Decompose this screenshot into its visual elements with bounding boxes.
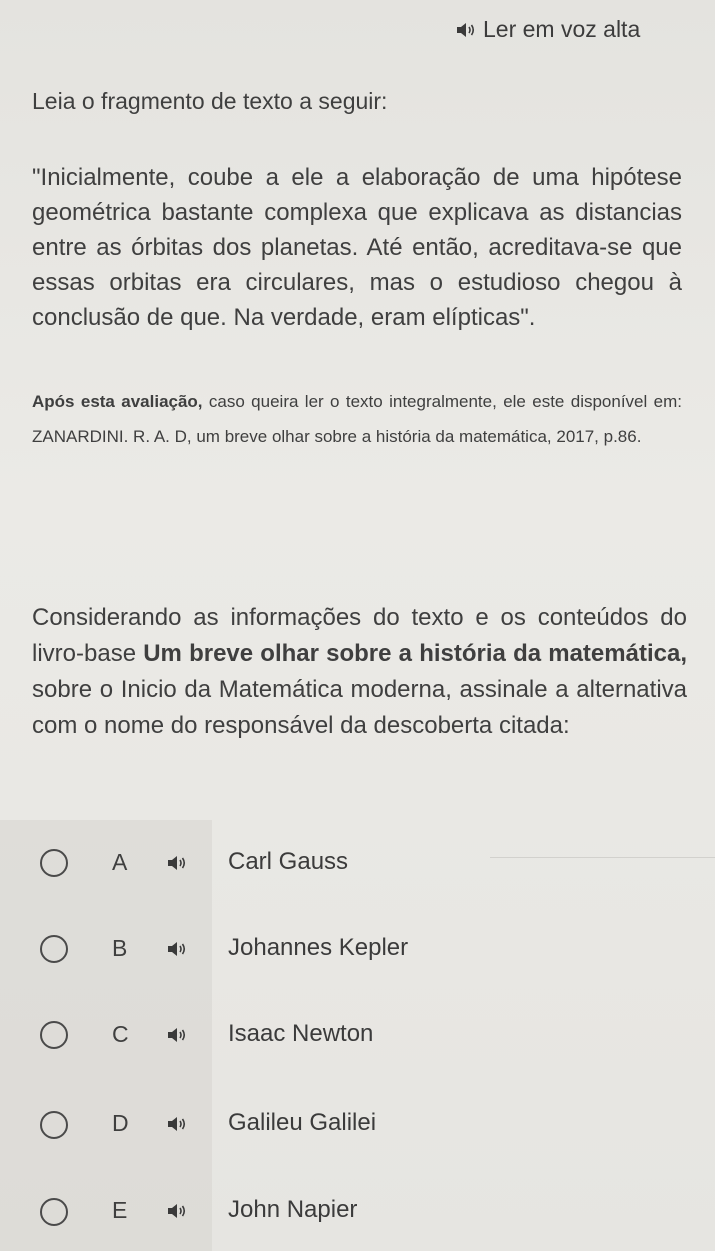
option-d[interactable]: D Galileu Galilei <box>0 1078 715 1164</box>
speaker-icon <box>455 21 477 39</box>
speaker-icon[interactable] <box>166 1115 188 1133</box>
question-text: Considerando as informações do texto e o… <box>32 600 687 744</box>
option-letter: A <box>112 849 128 875</box>
radio-button[interactable] <box>40 1021 68 1049</box>
read-aloud-button[interactable]: Ler em voz alta <box>455 16 640 43</box>
radio-button[interactable] <box>40 849 68 877</box>
radio-button[interactable] <box>40 1111 68 1139</box>
option-text: Carl Gauss <box>228 848 349 875</box>
speaker-icon[interactable] <box>166 940 188 958</box>
speaker-icon[interactable] <box>166 1202 188 1220</box>
option-e[interactable]: E John Napier <box>0 1164 715 1250</box>
option-c[interactable]: C Isaac Newton <box>0 992 715 1078</box>
option-letter: D <box>112 1110 129 1136</box>
quote-text: "Inicialmente, coube a ele a elaboração … <box>32 164 682 331</box>
option-letter: C <box>112 1021 129 1047</box>
option-a[interactable]: A Carl Gauss <box>0 820 715 906</box>
radio-button[interactable] <box>40 1198 68 1226</box>
read-aloud-label: Ler em voz alta <box>483 16 641 42</box>
speaker-icon[interactable] <box>166 854 188 872</box>
option-letter: B <box>112 935 128 961</box>
speaker-icon[interactable] <box>166 1026 188 1044</box>
option-text: Galileu Galilei <box>228 1109 377 1136</box>
option-text: Johannes Kepler <box>228 934 409 961</box>
option-b[interactable]: B Johannes Kepler <box>0 906 715 992</box>
option-text: Isaac Newton <box>228 1020 374 1047</box>
option-letter: E <box>112 1197 128 1223</box>
source-text: Após esta avaliação, caso queira ler o t… <box>32 384 682 454</box>
question-book-title: Um breve olhar sobre a história da matem… <box>143 640 687 667</box>
source-bold: Após esta avaliação, <box>32 392 203 411</box>
page: Ler em voz alta Leia o fragmento de text… <box>0 0 715 1251</box>
option-text: John Napier <box>228 1196 358 1223</box>
question-part2: sobre o Inicio da Matemática moderna, as… <box>32 676 687 739</box>
intro-text: Leia o fragmento de texto a seguir: <box>32 88 388 114</box>
radio-button[interactable] <box>40 935 68 963</box>
